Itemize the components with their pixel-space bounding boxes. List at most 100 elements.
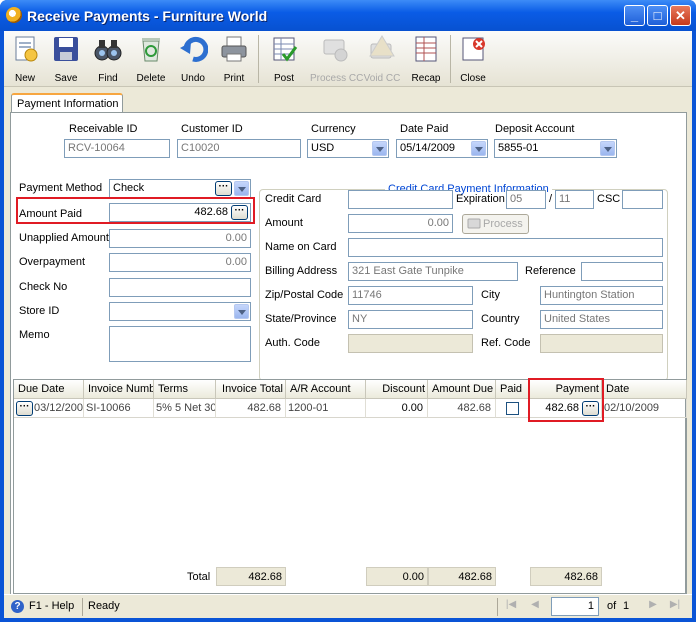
next-page-icon[interactable]: ▶: [646, 599, 660, 613]
close-button[interactable]: Close: [452, 33, 494, 85]
binoculars-icon: [93, 34, 123, 64]
column-header-date[interactable]: Date: [602, 380, 687, 399]
date-paid-label: Date Paid: [400, 123, 449, 135]
ref-code-field[interactable]: [540, 334, 663, 353]
cc-amount-field[interactable]: 0.00: [348, 214, 453, 233]
ref-code-label: Ref. Code: [481, 337, 531, 349]
print-button[interactable]: Print: [213, 33, 255, 85]
csc-field[interactable]: [622, 190, 663, 209]
reference-field[interactable]: [581, 262, 663, 281]
chevron-down-icon[interactable]: [600, 141, 615, 156]
unapplied-amount-label: Unapplied Amount: [19, 232, 109, 244]
column-header-amount-due[interactable]: Amount Due: [428, 380, 496, 399]
table-cell-date[interactable]: 02/10/2009: [602, 399, 687, 418]
expiration-year-field[interactable]: 11: [555, 190, 594, 209]
maximize-button[interactable]: □: [647, 5, 668, 26]
column-header-invoice-total[interactable]: Invoice Total: [216, 380, 286, 399]
toolbar-separator: [258, 35, 259, 83]
csc-label: CSC: [597, 193, 621, 205]
credit-card-field[interactable]: [348, 190, 453, 209]
column-header-due-date[interactable]: Due Date: [14, 380, 84, 399]
total-amount-due: 482.68: [428, 567, 496, 586]
payment-method-select[interactable]: Check ···: [109, 179, 251, 198]
minimize-button[interactable]: _: [624, 5, 645, 26]
help-icon[interactable]: ?: [11, 600, 24, 613]
page-number-field[interactable]: 1: [551, 597, 599, 616]
state-field[interactable]: NY: [348, 310, 473, 329]
table-cell-terms[interactable]: 5% 5 Net 30: [154, 399, 216, 418]
column-header-discount[interactable]: Discount: [366, 380, 428, 399]
page-of-label: of: [607, 600, 617, 612]
title-bar[interactable]: Receive Payments - Furniture World _ □ ✕: [0, 0, 696, 31]
process-button-label: Process: [483, 218, 523, 230]
chevron-down-icon[interactable]: [234, 181, 249, 196]
payment-information-panel: Receivable ID RCV-10064 Customer ID C100…: [10, 112, 687, 596]
undo-button[interactable]: Undo: [172, 33, 214, 85]
column-header-paid[interactable]: Paid: [496, 380, 530, 399]
column-header-terms[interactable]: Terms: [154, 380, 216, 399]
new-button[interactable]: New: [4, 33, 46, 85]
auth-code-label: Auth. Code: [265, 337, 321, 349]
date-paid-field[interactable]: 05/14/2009: [396, 139, 488, 158]
process-cc-button[interactable]: Process CC: [310, 33, 363, 85]
deposit-account-select[interactable]: 5855-01: [494, 139, 617, 158]
customer-id-field[interactable]: C10020: [177, 139, 301, 158]
check-no-field[interactable]: [109, 278, 251, 297]
table-cell-due-date[interactable]: ··· 03/12/200: [14, 399, 84, 418]
recycle-bin-icon: [136, 34, 166, 64]
status-bar: ? F1 - Help Ready |◀ ◀ 1 of 1 ▶ ▶|: [4, 594, 692, 618]
payment-method-value: Check: [113, 182, 145, 194]
city-field[interactable]: Huntington Station: [540, 286, 663, 305]
post-button[interactable]: Post: [263, 33, 305, 85]
void-cc-label: Void CC: [363, 73, 401, 84]
process-button[interactable]: Process: [462, 214, 529, 234]
delete-button[interactable]: Delete: [130, 33, 172, 85]
ellipsis-icon[interactable]: ···: [215, 181, 232, 196]
paid-checkbox[interactable]: [506, 402, 519, 415]
country-field[interactable]: United States: [540, 310, 663, 329]
column-header-ar-account[interactable]: A/R Account: [286, 380, 366, 399]
amount-paid-field[interactable]: 482.68 ···: [109, 203, 251, 222]
table-cell-invoice[interactable]: SI-10066: [84, 399, 154, 418]
close-doc-icon: [458, 34, 488, 64]
expiration-month-field[interactable]: 05: [506, 190, 546, 209]
currency-select[interactable]: USD: [307, 139, 389, 158]
ellipsis-icon[interactable]: ···: [16, 401, 33, 416]
find-button[interactable]: Find: [87, 33, 129, 85]
previous-page-icon[interactable]: ◀: [528, 599, 542, 613]
store-id-select[interactable]: [109, 302, 251, 321]
unapplied-amount-field[interactable]: 0.00: [109, 229, 251, 248]
tab-payment-information[interactable]: Payment Information: [11, 93, 123, 113]
first-page-icon[interactable]: |◀: [504, 599, 518, 613]
table-cell-discount[interactable]: 0.00: [366, 399, 428, 418]
table-cell-invoice-total[interactable]: 482.68: [216, 399, 286, 418]
zip-field[interactable]: 11746: [348, 286, 473, 305]
memo-label: Memo: [19, 329, 50, 341]
table-cell-ar-account[interactable]: 1200-01: [286, 399, 366, 418]
chevron-down-icon[interactable]: [372, 141, 387, 156]
save-button[interactable]: Save: [45, 33, 87, 85]
void-cc-button[interactable]: Void CC: [360, 33, 404, 85]
close-label: Close: [460, 73, 486, 84]
recap-button[interactable]: Recap: [405, 33, 447, 85]
name-on-card-field[interactable]: [348, 238, 663, 257]
save-label: Save: [54, 73, 78, 84]
billing-address-field[interactable]: 321 East Gate Tunpike: [348, 262, 518, 281]
close-window-button[interactable]: ✕: [670, 5, 691, 26]
last-page-icon[interactable]: ▶|: [668, 599, 682, 613]
column-header-invoice-number[interactable]: Invoice Numb: [84, 380, 154, 399]
chevron-down-icon[interactable]: [471, 141, 486, 156]
overpayment-field[interactable]: 0.00: [109, 253, 251, 272]
receivable-id-field[interactable]: RCV-10064: [64, 139, 170, 158]
memo-field[interactable]: [109, 326, 251, 362]
invoice-grid: Due Date Invoice Numb Terms Invoice Tota…: [13, 378, 687, 594]
table-cell-paid[interactable]: [496, 399, 530, 418]
amount-paid-label: Amount Paid: [19, 208, 82, 220]
chevron-down-icon[interactable]: [234, 304, 249, 319]
ellipsis-icon[interactable]: ···: [231, 205, 248, 220]
table-cell-amount-due[interactable]: 482.68: [428, 399, 496, 418]
billing-address-label: Billing Address: [265, 265, 338, 277]
post-label: Post: [273, 73, 294, 84]
help-hint[interactable]: F1 - Help: [29, 600, 74, 612]
auth-code-field[interactable]: [348, 334, 473, 353]
